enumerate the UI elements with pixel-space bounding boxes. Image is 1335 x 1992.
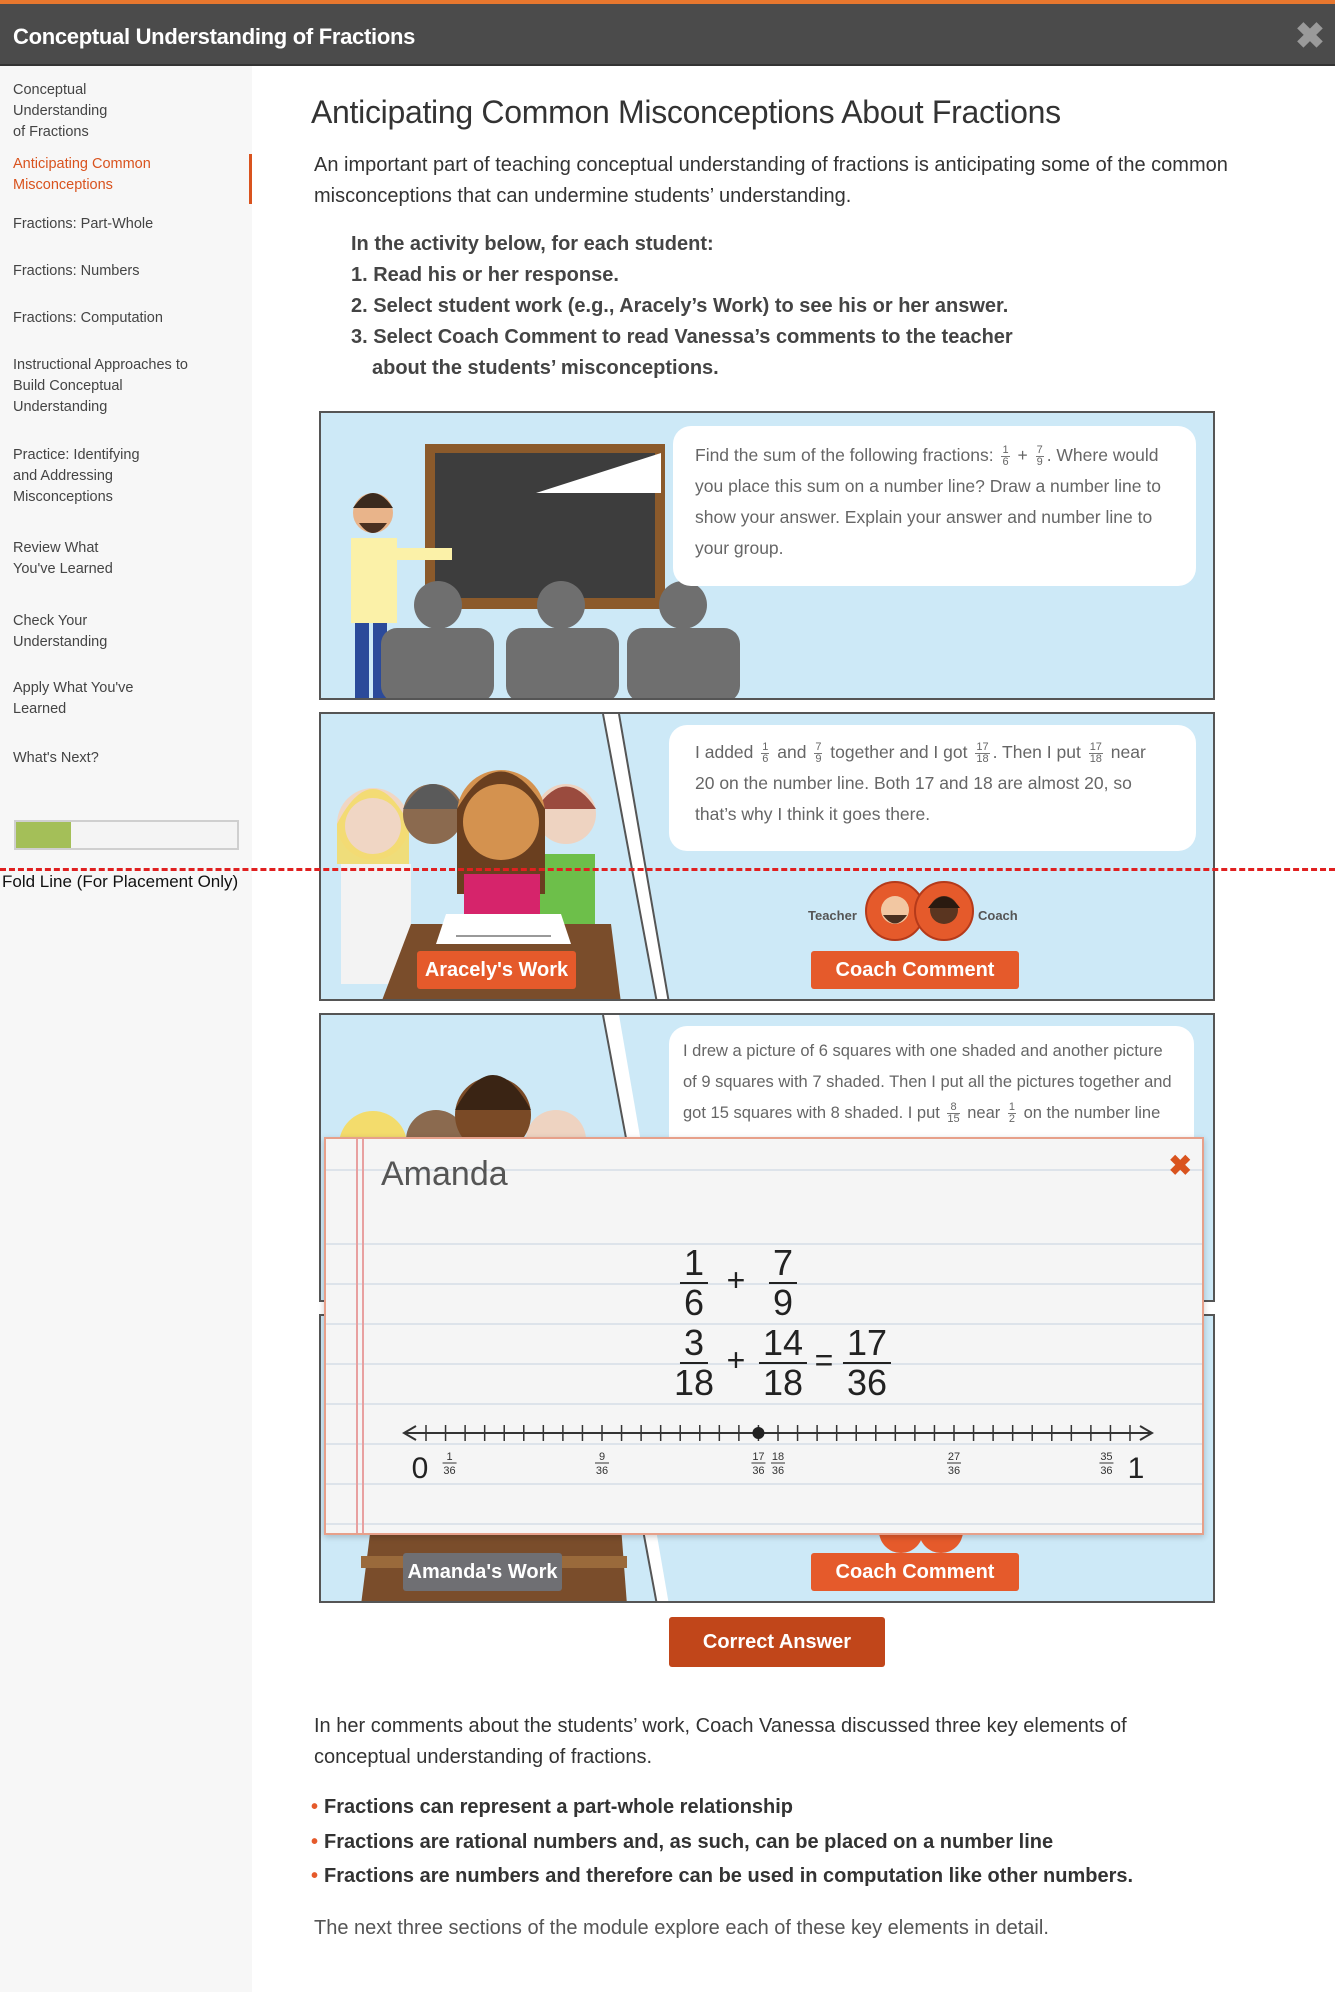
number-line: 0 1 36 9 36 17 36 18 36 27 36 35 36 1	[402, 1425, 1154, 1485]
sidebar-item-instructional-approaches[interactable]: Instructional Approaches to Build Concep…	[13, 355, 193, 418]
coach-comment-button[interactable]: Coach Comment	[811, 951, 1019, 989]
module-header: Conceptual Understanding of Fractions ✖	[0, 0, 1335, 66]
sidebar-nav: Conceptual Understanding of Fractions An…	[0, 66, 252, 1992]
intro-paragraph: An important part of teaching conceptual…	[314, 154, 1228, 207]
bubble-text: I added	[695, 742, 759, 762]
bubble-text: +	[1012, 445, 1033, 465]
sidebar-item-part-whole[interactable]: Fractions: Part-Whole	[13, 214, 243, 235]
denominator: 18	[976, 752, 989, 765]
denominator: 2	[1008, 1113, 1015, 1126]
number-line-label: 1	[1128, 1452, 1145, 1485]
instruction-step: about the students’ misconceptions.	[372, 357, 719, 379]
bubble-text: Find the sum of the following fractions:	[695, 445, 999, 465]
progress-bar	[14, 820, 239, 850]
key-element-bullet: Fractions are rational numbers and, as s…	[311, 1831, 1053, 1854]
coach-comment-button[interactable]: Coach Comment	[811, 1553, 1019, 1591]
instruction-step: 2. Select student work (e.g., Aracely’s …	[351, 295, 1009, 317]
inline-fraction: 79	[1035, 444, 1044, 468]
inline-fraction: 17 18	[975, 741, 990, 765]
number-line-label-numerator: 17	[752, 1451, 764, 1463]
page-title: Anticipating Common Misconceptions About…	[311, 94, 1061, 130]
closing-paragraph: The next three sections of the module ex…	[314, 1917, 1049, 1939]
student-work-modal: Amanda ✖ 1 6 +7 9 3 18 +14 18 = 17 36 0 1 36 9 36 17 36 1…	[324, 1137, 1204, 1535]
instruction-step: 1. Read his or her response.	[351, 264, 619, 286]
coach-label: Coach	[978, 908, 1018, 923]
number-line-label-denominator: 36	[443, 1465, 455, 1477]
sidebar-item-anticipating-misconceptions[interactable]: Anticipating Common Misconceptions	[13, 154, 173, 196]
bubble-text: on the number line	[1019, 1104, 1161, 1122]
number-line-label-numerator: 9	[599, 1451, 605, 1463]
prompt-panel: Find the sum of the following fractions:…	[319, 411, 1215, 700]
correct-answer-button[interactable]: Correct Answer	[669, 1617, 885, 1667]
number-line-label-numerator: 1	[446, 1451, 452, 1463]
sidebar-item-apply[interactable]: Apply What You've Learned	[13, 678, 153, 720]
inline-fraction: 79	[814, 741, 823, 765]
number-line-label: 0	[412, 1452, 429, 1485]
teacher-coach-avatars	[865, 881, 974, 941]
denominator: 6	[1002, 455, 1009, 468]
denominator: 18	[1089, 752, 1102, 765]
sidebar-item-whats-next[interactable]: What's Next?	[13, 748, 243, 769]
plotted-point	[752, 1427, 765, 1439]
teacher-label: Teacher	[808, 908, 857, 923]
fold-line-label: Fold Line (For Placement Only)	[2, 872, 239, 891]
aracelys-work-button[interactable]: Aracely's Work	[417, 951, 576, 989]
sidebar-item-practice[interactable]: Practice: Identifying and Addressing Mis…	[13, 445, 163, 508]
denominator: 15	[947, 1113, 960, 1126]
sidebar-item-check-understanding[interactable]: Check Your Understanding	[13, 611, 123, 653]
bubble-text: together and I got	[825, 742, 973, 762]
number-line-label-numerator: 35	[1100, 1451, 1112, 1463]
number-line-label-denominator: 36	[752, 1465, 764, 1477]
student-panel-aracely: I added 16 and 79 together and I got 17 1…	[319, 712, 1215, 1001]
sidebar-item-numbers[interactable]: Fractions: Numbers	[13, 261, 243, 282]
fold-line	[0, 868, 1335, 871]
bubble-text: . Then I put	[992, 742, 1086, 762]
module-title: Conceptual Understanding of Fractions	[13, 24, 416, 49]
key-element-bullet: Fractions are numbers and therefore can …	[311, 1865, 1133, 1888]
aracely-speech-bubble: I added 16 and 79 together and I got 17 1…	[669, 725, 1196, 851]
inline-fraction: 12	[1007, 1102, 1016, 1126]
number-line-label-denominator: 36	[772, 1465, 784, 1477]
sidebar-item-review[interactable]: Review What You've Learned	[13, 538, 133, 580]
inline-fraction: 17 18	[1088, 741, 1103, 765]
active-item-indicator	[249, 154, 252, 204]
denominator: 9	[815, 752, 822, 765]
progress-fill	[16, 822, 72, 848]
number-line-label-numerator: 18	[772, 1451, 784, 1463]
bubble-text: and	[772, 742, 812, 762]
summary-paragraph: In her comments about the students’ work…	[314, 1715, 1127, 1768]
denominator: 6	[762, 752, 769, 765]
inline-fraction: 8 15	[947, 1102, 960, 1126]
inline-fraction: 16	[1001, 444, 1010, 468]
inline-fraction: 16	[761, 741, 770, 765]
prompt-speech-bubble: Find the sum of the following fractions:…	[673, 426, 1196, 586]
denominator: 9	[1036, 455, 1043, 468]
number-line-label-denominator: 36	[948, 1465, 960, 1477]
close-x-icon[interactable]: ✖	[1295, 18, 1325, 54]
instruction-step: 3. Select Coach Comment to read Vanessa’…	[351, 326, 1013, 348]
sidebar-item-conceptual-understanding[interactable]: Conceptual Understanding of Fractions	[13, 80, 123, 143]
number-line-label-denominator: 36	[596, 1465, 608, 1477]
number-line-label-numerator: 27	[948, 1451, 960, 1463]
sidebar-item-computation[interactable]: Fractions: Computation	[13, 308, 243, 329]
amandas-work-button[interactable]: Amanda's Work	[403, 1553, 562, 1591]
instructions-lead: In the activity below, for each student:	[351, 233, 714, 255]
number-line-label-denominator: 36	[1100, 1465, 1112, 1477]
bubble-text: near	[962, 1104, 1005, 1122]
key-element-bullet: Fractions can represent a part-whole rel…	[311, 1796, 793, 1819]
